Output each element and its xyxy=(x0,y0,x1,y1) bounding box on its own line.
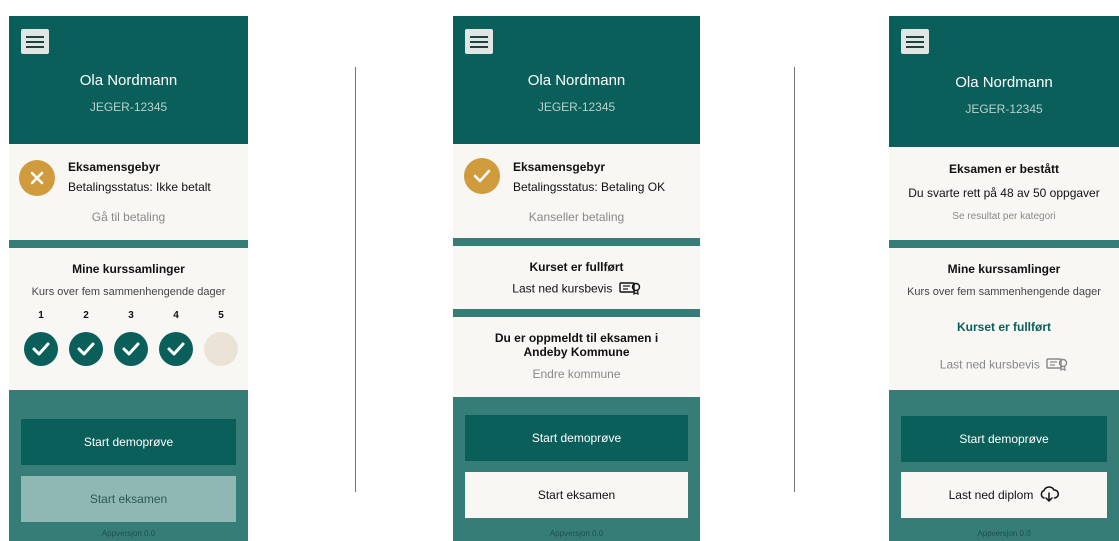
app-version: Appversjon 0.0 xyxy=(549,529,604,538)
phone-screen-paid: Ola Nordmann JEGER-12345 Eksamensgebyr B… xyxy=(453,16,700,541)
separator-line xyxy=(794,67,795,492)
courses-description: Kurs over fem sammenhengende dager xyxy=(907,286,1101,298)
separator-line xyxy=(355,67,356,492)
fee-status: Betalingsstatus: Betaling OK xyxy=(513,180,666,194)
divider xyxy=(9,240,248,248)
phone-screen-passed: Ola Nordmann JEGER-12345 Eksamen er best… xyxy=(889,16,1119,541)
start-exam-button[interactable]: Start eksamen xyxy=(465,472,688,518)
fee-status: Betalingsstatus: Ikke betalt xyxy=(68,180,211,194)
step-number: 1 xyxy=(38,310,44,321)
course-complete-title: Kurset er fullført xyxy=(956,320,1051,334)
cloud-download-icon xyxy=(1039,485,1060,505)
go-to-payment-link[interactable]: Gå til betaling xyxy=(9,210,248,224)
check-icon xyxy=(24,332,58,366)
hamburger-menu-icon[interactable] xyxy=(21,29,49,54)
hamburger-menu-icon[interactable] xyxy=(901,29,929,54)
exam-registration-text: Du er oppmeldt til eksamen i Andeby Komm… xyxy=(494,331,659,359)
exam-passed-title: Eksamen er bestått xyxy=(948,162,1060,176)
courses-title: Mine kurssamlinger xyxy=(72,262,185,276)
download-certificate-link[interactable]: Last ned kursbevis xyxy=(453,281,700,298)
phone-screen-unpaid: Ola Nordmann JEGER-12345 Eksamensgebyr B… xyxy=(9,16,248,541)
hamburger-menu-icon[interactable] xyxy=(465,29,493,54)
user-id: JEGER-12345 xyxy=(89,100,168,114)
course-complete-card: Kurset er fullført Last ned kursbevis xyxy=(453,246,700,309)
download-certificate-link[interactable]: Last ned kursbevis xyxy=(889,357,1119,374)
app-version: Appversjon 0.0 xyxy=(101,529,156,538)
courses-card: Mine kurssamlinger Kurs over fem sammenh… xyxy=(9,248,248,390)
profile-header: Ola Nordmann JEGER-12345 xyxy=(889,16,1119,147)
certificate-icon xyxy=(1046,357,1068,374)
start-demo-button[interactable]: Start demoprøve xyxy=(21,419,236,465)
check-icon xyxy=(69,332,103,366)
courses-card: Mine kurssamlinger Kurs over fem sammenh… xyxy=(889,248,1119,390)
start-demo-button[interactable]: Start demoprøve xyxy=(465,415,688,461)
profile-header: Ola Nordmann JEGER-12345 xyxy=(9,16,248,144)
step-pending xyxy=(204,332,238,366)
step-number: 4 xyxy=(173,310,179,321)
fee-card: Eksamensgebyr Betalingsstatus: Ikke beta… xyxy=(9,144,248,240)
start-demo-button[interactable]: Start demoprøve xyxy=(901,416,1107,462)
download-diploma-label: Last ned diplom xyxy=(948,488,1034,502)
download-certificate-label: Last ned kursbevis xyxy=(939,357,1040,372)
check-icon xyxy=(464,158,500,194)
step-number: 2 xyxy=(83,310,89,321)
certificate-icon xyxy=(619,281,641,298)
fee-title: Eksamensgebyr xyxy=(513,160,606,174)
course-complete-title: Kurset er fullført xyxy=(529,260,624,274)
fee-title: Eksamensgebyr xyxy=(68,160,161,174)
step-number: 5 xyxy=(218,310,224,321)
divider xyxy=(889,240,1119,248)
courses-title: Mine kurssamlinger xyxy=(947,262,1061,276)
cancel-payment-link[interactable]: Kanseller betaling xyxy=(453,210,700,224)
download-certificate-label: Last ned kursbevis xyxy=(512,281,613,296)
user-name: Ola Nordmann xyxy=(527,72,626,89)
divider xyxy=(453,238,700,246)
courses-description: Kurs over fem sammenhengende dager xyxy=(31,286,226,298)
check-icon xyxy=(114,332,148,366)
download-diploma-button[interactable]: Last ned diplom xyxy=(901,472,1107,518)
user-name: Ola Nordmann xyxy=(955,74,1053,91)
app-version: Appversjon 0.0 xyxy=(977,529,1031,538)
x-icon xyxy=(19,160,55,196)
user-id: JEGER-12345 xyxy=(965,102,1043,116)
user-id: JEGER-12345 xyxy=(537,100,616,114)
change-municipality-link[interactable]: Endre kommune xyxy=(453,367,700,381)
start-exam-button-disabled[interactable]: Start eksamen xyxy=(21,476,236,522)
divider xyxy=(453,309,700,317)
results-per-category-link[interactable]: Se resultat per kategori xyxy=(889,211,1119,222)
check-icon xyxy=(159,332,193,366)
profile-header: Ola Nordmann JEGER-12345 xyxy=(453,16,700,144)
exam-score: Du svarte rett på 48 av 50 oppgaver xyxy=(908,186,1100,200)
step-number: 3 xyxy=(128,310,134,321)
exam-result-card: Eksamen er bestått Du svarte rett på 48 … xyxy=(889,147,1119,240)
exam-registration-card: Du er oppmeldt til eksamen i Andeby Komm… xyxy=(453,317,700,397)
user-name: Ola Nordmann xyxy=(79,72,178,89)
fee-card: Eksamensgebyr Betalingsstatus: Betaling … xyxy=(453,144,700,238)
